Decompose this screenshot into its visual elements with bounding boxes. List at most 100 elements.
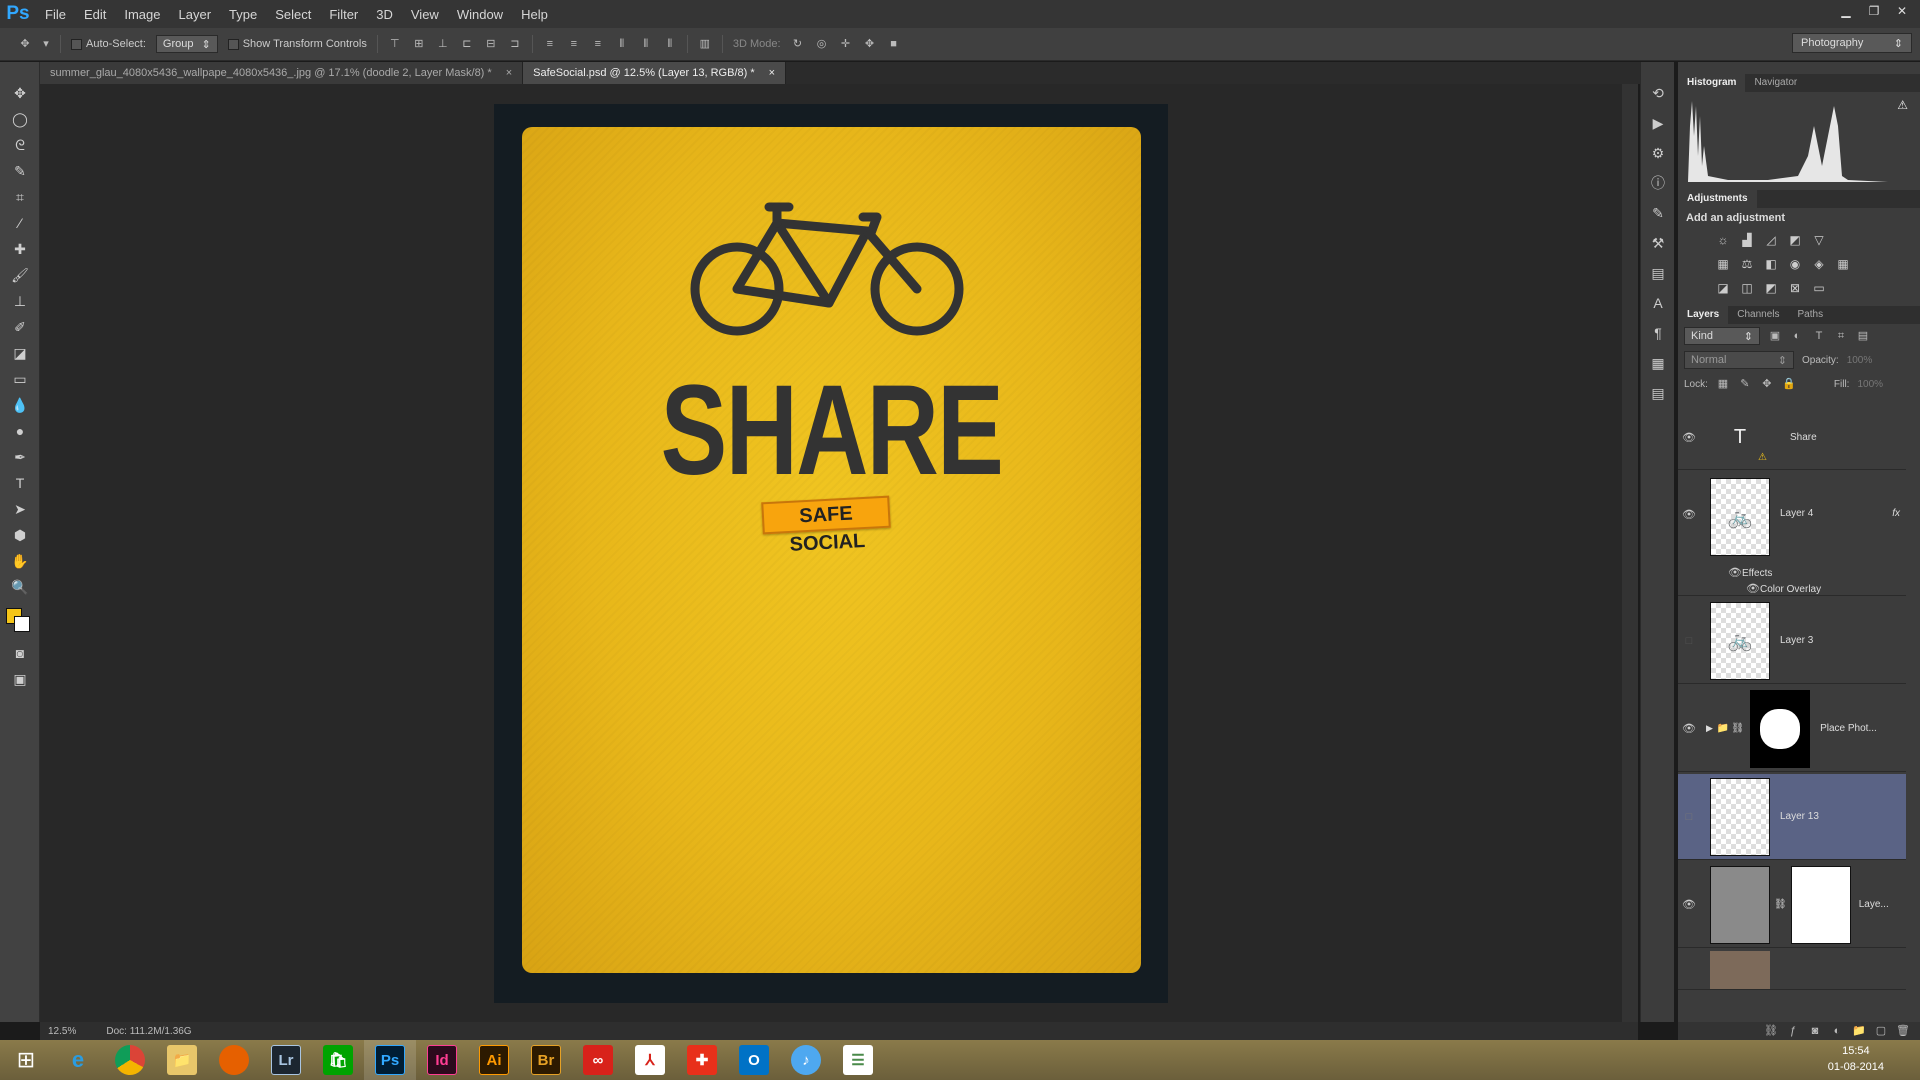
menu-view[interactable]: View <box>402 7 448 22</box>
visibility-off-icon[interactable]: □ <box>1678 811 1700 823</box>
indesign-icon[interactable]: Id <box>416 1040 468 1080</box>
distribute-vcenter-icon[interactable]: ≡ <box>567 37 581 51</box>
tab-channels[interactable]: Channels <box>1728 306 1788 324</box>
gradient-map-icon[interactable]: ▭ <box>1810 280 1828 296</box>
fx-icon[interactable]: fx <box>1892 508 1900 519</box>
file-explorer-icon[interactable]: 📁 <box>156 1040 208 1080</box>
filter-type-icon[interactable]: T <box>1812 329 1826 343</box>
doc-size[interactable]: Doc: 111.2M/1.36G <box>106 1026 191 1037</box>
menu-file[interactable]: File <box>36 7 75 22</box>
lock-pixels-icon[interactable]: ✎ <box>1738 377 1752 391</box>
quick-mask-icon[interactable]: ◙ <box>0 640 40 666</box>
start-button[interactable]: ⊞ <box>0 1040 52 1080</box>
layer-row-partial[interactable] <box>1678 950 1906 990</box>
color-swatches[interactable] <box>0 600 39 640</box>
levels-icon[interactable]: ▟ <box>1738 232 1756 248</box>
eraser-tool-icon[interactable]: ◪ <box>0 340 40 366</box>
3d-pan-icon[interactable]: ✛ <box>839 37 853 51</box>
visibility-eye-icon[interactable]: 👁 <box>1678 508 1700 521</box>
creative-cloud-icon[interactable]: ∞ <box>572 1040 624 1080</box>
quick-select-tool-icon[interactable]: ✎ <box>0 158 40 184</box>
distribute-top-icon[interactable]: ≡ <box>543 37 557 51</box>
exposure-icon[interactable]: ◩ <box>1786 232 1804 248</box>
auto-align-icon[interactable]: ▥ <box>698 37 712 51</box>
distribute-hcenter-icon[interactable]: ⦀ <box>639 37 653 51</box>
layer-row-place-photo[interactable]: 👁 ▶ 📁 ⛓ Place Phot... <box>1678 686 1906 772</box>
dodge-tool-icon[interactable]: ● <box>0 418 40 444</box>
store-icon[interactable]: 🛍 <box>312 1040 364 1080</box>
visibility-eye-icon[interactable]: 👁 <box>1678 431 1700 444</box>
workspace-dropdown[interactable]: Photography ⇕ <box>1792 33 1912 53</box>
tab-paths[interactable]: Paths <box>1789 306 1833 324</box>
itunes-icon[interactable]: ♪ <box>780 1040 832 1080</box>
tab-summer-glau[interactable]: summer_glau_4080x5436_wallpape_4080x5436… <box>40 62 524 84</box>
lock-transparent-icon[interactable]: ▦ <box>1716 377 1730 391</box>
color-lookup-icon[interactable]: ▦ <box>1834 256 1852 272</box>
healing-brush-tool-icon[interactable]: ✚ <box>0 236 40 262</box>
lightroom-icon[interactable]: Lr <box>260 1040 312 1080</box>
distribute-bottom-icon[interactable]: ≡ <box>591 37 605 51</box>
align-vcenter-icon[interactable]: ⊞ <box>412 37 426 51</box>
transform-controls-checkbox[interactable]: Show Transform Controls <box>227 38 367 50</box>
tab-adjustments[interactable]: Adjustments <box>1678 190 1757 208</box>
expand-group-icon[interactable]: ▶ <box>1706 723 1713 734</box>
warning-icon[interactable]: ⚠ <box>1758 452 1767 463</box>
minimize-icon[interactable]: ▁ <box>1834 2 1858 20</box>
close-tab-icon[interactable]: × <box>506 67 512 79</box>
chrome-icon[interactable] <box>104 1040 156 1080</box>
effects-row[interactable]: 👁Effects <box>1728 566 1772 579</box>
photo-filter-icon[interactable]: ◉ <box>1786 256 1804 272</box>
background-color-swatch[interactable] <box>14 616 30 632</box>
visibility-eye-icon[interactable]: 👁 <box>1746 583 1760 595</box>
new-group-icon[interactable]: 📁 <box>1852 1024 1866 1038</box>
visibility-eye-icon[interactable]: 👁 <box>1678 898 1700 911</box>
zoom-tool-icon[interactable]: 🔍 <box>0 574 40 600</box>
distribute-right-icon[interactable]: ⦀ <box>663 37 677 51</box>
selective-color-icon[interactable]: ⊠ <box>1786 280 1804 296</box>
screen-mode-icon[interactable]: ▣ <box>0 666 40 692</box>
fill-value[interactable]: 100% <box>1857 379 1883 390</box>
link-layers-icon[interactable]: ⛓ <box>1764 1024 1778 1038</box>
new-layer-icon[interactable]: ▢ <box>1874 1024 1888 1038</box>
filter-pixel-icon[interactable]: ▣ <box>1768 329 1782 343</box>
actions-play-icon[interactable]: ▶ <box>1641 108 1675 138</box>
clone-stamp-tool-icon[interactable]: ⊥ <box>0 288 40 314</box>
lock-all-icon[interactable]: 🔒 <box>1782 377 1796 391</box>
filter-shape-icon[interactable]: ⌗ <box>1834 329 1848 343</box>
styles-icon[interactable]: ▦ <box>1641 348 1675 378</box>
warning-icon[interactable]: ⚠ <box>1897 98 1908 112</box>
menu-image[interactable]: Image <box>115 7 169 22</box>
new-adjustment-icon[interactable]: ◐ <box>1830 1024 1844 1038</box>
character-icon[interactable]: A <box>1641 288 1675 318</box>
menu-help[interactable]: Help <box>512 7 557 22</box>
auto-select-dropdown[interactable]: Group ⇕ <box>155 35 218 53</box>
3d-scale-icon[interactable]: ■ <box>887 37 901 51</box>
info-icon[interactable]: ⓘ <box>1641 168 1675 198</box>
align-top-icon[interactable]: ⊤ <box>388 37 402 51</box>
filter-adjustment-icon[interactable]: ◐ <box>1790 329 1804 343</box>
layer-row-layer3[interactable]: □ 🚲 Layer 3 <box>1678 598 1906 684</box>
threshold-icon[interactable]: ◩ <box>1762 280 1780 296</box>
lasso-tool-icon[interactable]: ᘓ <box>0 132 40 158</box>
layer-comps-icon[interactable]: ▤ <box>1641 258 1675 288</box>
firefox-icon[interactable] <box>208 1040 260 1080</box>
tab-layers[interactable]: Layers <box>1678 306 1729 324</box>
menu-edit[interactable]: Edit <box>75 7 115 22</box>
menu-filter[interactable]: Filter <box>320 7 367 22</box>
3d-roll-icon[interactable]: ◎ <box>815 37 829 51</box>
channel-mixer-icon[interactable]: ◈ <box>1810 256 1828 272</box>
history-icon[interactable]: ⟲ <box>1641 78 1675 108</box>
move-tool-preset-icon[interactable]: ✥ <box>18 37 32 51</box>
path-select-tool-icon[interactable]: ➤ <box>0 496 40 522</box>
gradient-tool-icon[interactable]: ▭ <box>0 366 40 392</box>
curves-icon[interactable]: ◿ <box>1762 232 1780 248</box>
tool-presets-icon[interactable]: ⚒ <box>1641 228 1675 258</box>
align-right-icon[interactable]: ⊐ <box>508 37 522 51</box>
invert-icon[interactable]: ◪ <box>1714 280 1732 296</box>
chevron-down-icon[interactable]: ▾ <box>42 37 50 51</box>
brush-tool-icon[interactable]: 🖌 <box>0 262 40 288</box>
color-balance-icon[interactable]: ⚖ <box>1738 256 1756 272</box>
close-tab-icon[interactable]: × <box>769 67 775 79</box>
visibility-off-icon[interactable]: □ <box>1678 635 1700 647</box>
canvas-scrollbar[interactable] <box>1622 84 1638 1022</box>
